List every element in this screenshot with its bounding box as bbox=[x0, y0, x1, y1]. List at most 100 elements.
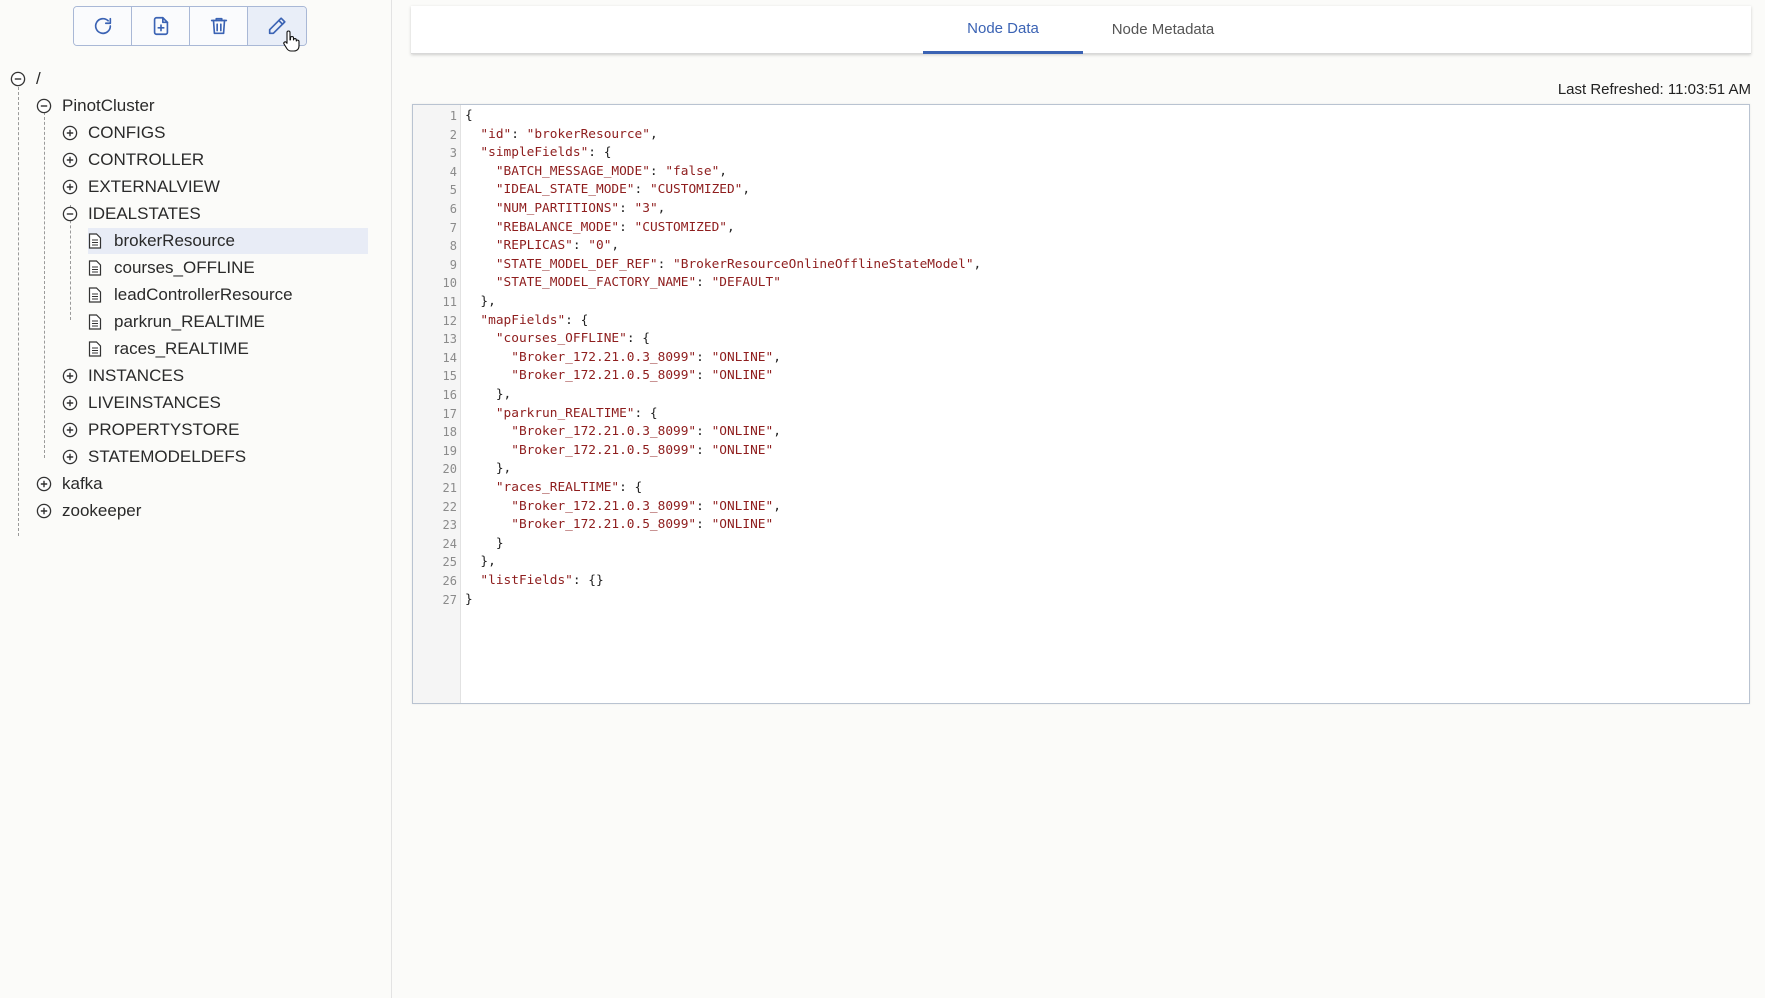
tree-node-zookeeper[interactable]: zookeeper bbox=[36, 498, 141, 524]
refresh-icon bbox=[94, 17, 111, 35]
line-number: 3 bbox=[449, 146, 457, 161]
tree-node-label: zookeeper bbox=[62, 501, 142, 520]
line-number: 11 bbox=[442, 295, 457, 309]
tree-node-brokerresource[interactable]: brokerResource bbox=[88, 228, 368, 254]
line-number: 25 bbox=[442, 555, 457, 570]
expand-icon[interactable] bbox=[62, 395, 78, 411]
json-editor[interactable]: 1 2 3 4 5 6 7 8 9 10 11 12 13 14 15 16 17 18 19 20 21 22 23 24 2… bbox=[412, 104, 1750, 704]
expand-icon[interactable] bbox=[36, 503, 52, 519]
line-number: 2 bbox=[449, 127, 457, 142]
code-line: "REPLICAS": "0", bbox=[495, 238, 620, 254]
collapse-icon[interactable] bbox=[62, 206, 78, 222]
code-line: "REBALANCE_MODE": "CUSTOMIZED", bbox=[495, 219, 735, 235]
code-line: "BATCH_MESSAGE_MODE": "false", bbox=[495, 163, 727, 179]
file-icon bbox=[88, 314, 102, 330]
tab-node-data[interactable]: Node Data bbox=[923, 6, 1083, 54]
line-number: 8 bbox=[449, 239, 457, 254]
code-line: "Broker_172.21.0.5_8099": "ONLINE" bbox=[511, 442, 774, 458]
line-number-gutter: 1 2 3 4 5 6 7 8 9 10 11 12 13 14 15 16 17 18 19 20 21 22 23 24 2… bbox=[413, 105, 461, 703]
line-number: 10 bbox=[442, 276, 457, 291]
line-number: 5 bbox=[449, 183, 457, 198]
line-number: 12 bbox=[442, 313, 457, 328]
tab-node-metadata[interactable]: Node Metadata bbox=[1083, 6, 1243, 53]
code-line: "races_REALTIME": { bbox=[495, 480, 643, 495]
delete-button[interactable] bbox=[190, 7, 248, 45]
tab-bar: Node Data Node Metadata bbox=[411, 6, 1751, 54]
line-number: 1 bbox=[449, 109, 457, 123]
line-number: 27 bbox=[442, 592, 457, 607]
code-line: "Broker_172.21.0.3_8099": "ONLINE", bbox=[511, 424, 781, 440]
tree-node-idealstates[interactable]: IDEALSTATES bbox=[62, 201, 201, 227]
refresh-button[interactable] bbox=[74, 7, 132, 45]
tree-node-liveinstances[interactable]: LIVEINSTANCES bbox=[62, 390, 221, 416]
tree-node-label: / bbox=[36, 69, 41, 88]
line-number: 26 bbox=[442, 574, 457, 588]
tree-node-races-realtime[interactable]: races_REALTIME bbox=[88, 336, 249, 362]
tree-node-instances[interactable]: INSTANCES bbox=[62, 363, 184, 389]
file-plus-icon bbox=[153, 16, 168, 36]
line-number: 23 bbox=[442, 518, 457, 533]
line-number: 16 bbox=[442, 388, 457, 402]
expand-icon[interactable] bbox=[62, 125, 78, 141]
tree-node-label: EXTERNALVIEW bbox=[88, 177, 220, 196]
code-line: }, bbox=[465, 554, 496, 570]
code-line: "NUM_PARTITIONS": "3", bbox=[495, 201, 666, 216]
expand-icon[interactable] bbox=[62, 179, 78, 195]
expand-icon[interactable] bbox=[62, 152, 78, 168]
code-line: "STATE_MODEL_FACTORY_NAME": "DEFAULT" bbox=[495, 275, 781, 291]
tree-guide-line bbox=[44, 107, 45, 458]
tree-node-configs[interactable]: CONFIGS bbox=[62, 120, 165, 146]
tree-node-externalview[interactable]: EXTERNALVIEW bbox=[62, 174, 220, 200]
file-icon bbox=[88, 341, 102, 357]
line-number: 15 bbox=[442, 369, 457, 384]
tree-node-kafka[interactable]: kafka bbox=[36, 471, 103, 497]
code-line: "IDEAL_STATE_MODE": "CUSTOMIZED", bbox=[495, 182, 751, 198]
expand-icon[interactable] bbox=[36, 476, 52, 492]
file-icon bbox=[88, 233, 102, 249]
tree-node-label: brokerResource bbox=[114, 231, 235, 250]
line-number: 20 bbox=[442, 462, 457, 477]
line-number: 17 bbox=[442, 406, 457, 421]
tree-node-label: STATEMODELDEFS bbox=[88, 447, 247, 466]
code-line: "listFields": {} bbox=[480, 573, 604, 588]
code-line: "courses_OFFLINE": { bbox=[495, 331, 650, 347]
code-line: "Broker_172.21.0.5_8099": "ONLINE" bbox=[511, 368, 774, 384]
tree-node-label: LIVEINSTANCES bbox=[88, 393, 221, 412]
tree-node-label: PinotCluster bbox=[62, 96, 155, 115]
line-number: 4 bbox=[449, 164, 457, 179]
code-line: { bbox=[465, 108, 473, 123]
code-line: } bbox=[465, 535, 504, 551]
tree-root[interactable]: / bbox=[10, 66, 41, 92]
line-number: 18 bbox=[442, 425, 457, 440]
file-icon bbox=[88, 260, 102, 276]
trash-icon bbox=[210, 17, 227, 35]
toolbar bbox=[73, 6, 307, 46]
code-line: "STATE_MODEL_DEF_REF": "BrokerResourceOn… bbox=[495, 256, 982, 272]
tree-node-statemodeldefs[interactable]: STATEMODELDEFS bbox=[62, 444, 246, 470]
code-line: }, bbox=[465, 461, 512, 477]
tree-node-propertystore[interactable]: PROPERTYSTORE bbox=[62, 417, 239, 443]
tree-node-parkrun-realtime[interactable]: parkrun_REALTIME bbox=[88, 309, 265, 335]
tree-node-label: INSTANCES bbox=[88, 366, 185, 385]
code-line: "Broker_172.21.0.3_8099": "ONLINE", bbox=[511, 498, 781, 514]
add-node-button[interactable] bbox=[132, 7, 190, 45]
line-number: 19 bbox=[442, 443, 457, 458]
last-refreshed-text: Last Refreshed: 11:03:51 AM bbox=[1557, 81, 1751, 98]
tree-node-leadcontrollerresource[interactable]: leadControllerResource bbox=[88, 282, 293, 308]
tree-node-label: leadControllerResource bbox=[114, 285, 293, 304]
tree-node-label: CONTROLLER bbox=[88, 150, 205, 169]
collapse-icon[interactable] bbox=[10, 71, 26, 87]
line-number: 14 bbox=[442, 350, 457, 365]
tree-node-pinotcluster[interactable]: PinotCluster bbox=[36, 93, 155, 119]
hand-cursor-icon bbox=[283, 30, 300, 52]
expand-icon[interactable] bbox=[62, 449, 78, 465]
tree-node-controller[interactable]: CONTROLLER bbox=[62, 147, 204, 173]
tree-node-courses-offline[interactable]: courses_OFFLINE bbox=[88, 255, 255, 281]
expand-icon[interactable] bbox=[62, 422, 78, 438]
collapse-icon[interactable] bbox=[36, 98, 52, 114]
expand-icon[interactable] bbox=[62, 368, 78, 384]
tree-node-label: PROPERTYSTORE bbox=[88, 420, 240, 439]
tree-node-label: courses_OFFLINE bbox=[114, 258, 255, 277]
tree-node-label: races_REALTIME bbox=[114, 339, 249, 358]
line-number: 13 bbox=[442, 332, 457, 347]
